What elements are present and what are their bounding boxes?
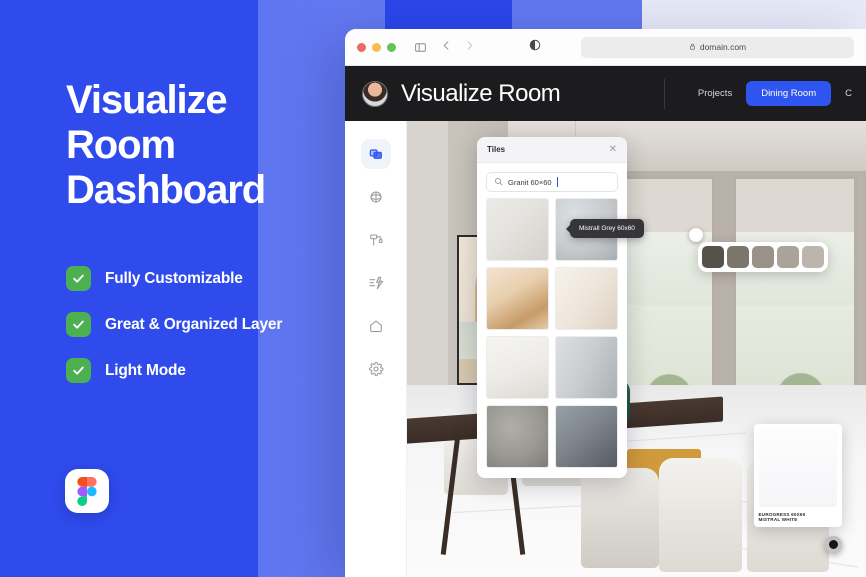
contrast-icon[interactable] xyxy=(529,38,541,56)
room-canvas[interactable]: EUROGRESS 60X60 MISTRAL WHITE Tiles ✕ Gr… xyxy=(407,121,866,577)
list-item: Great & Organized Layer xyxy=(66,312,345,337)
feature-label: Fully Customizable xyxy=(105,270,243,288)
header-nav: Projects Dining Room C xyxy=(678,81,852,106)
chevron-right-icon[interactable] xyxy=(464,38,475,56)
app-body: EUROGRESS 60X60 MISTRAL WHITE Tiles ✕ Gr… xyxy=(345,121,866,577)
nav-pill-dining-room[interactable]: Dining Room xyxy=(746,81,831,106)
left-icon-rail xyxy=(345,121,407,577)
list-item: Fully Customizable xyxy=(66,266,345,291)
feature-label: Light Mode xyxy=(105,362,186,380)
search-input-value: Granit 60×60 xyxy=(508,178,552,187)
sidebar-item-tiles[interactable] xyxy=(361,139,391,169)
nav-link-cutoff[interactable]: C xyxy=(845,88,852,99)
color-swatch[interactable] xyxy=(702,246,724,268)
close-icon[interactable]: ✕ xyxy=(609,145,617,155)
dining-chair xyxy=(659,458,742,572)
wall-color-palette[interactable] xyxy=(698,242,828,272)
search-icon xyxy=(494,173,503,191)
figma-logo-icon xyxy=(65,469,109,513)
zoom-window-button[interactable] xyxy=(387,43,396,52)
marble-tile-thumb xyxy=(759,429,837,507)
color-swatch[interactable] xyxy=(727,246,749,268)
check-icon xyxy=(66,266,91,291)
window-traffic-lights[interactable] xyxy=(357,43,396,52)
nav-link-projects[interactable]: Projects xyxy=(698,88,732,99)
feature-label: Great & Organized Layer xyxy=(105,316,282,334)
tile-swatch[interactable] xyxy=(486,405,549,468)
browser-nav[interactable] xyxy=(441,38,475,56)
chevron-left-icon[interactable] xyxy=(441,38,452,56)
tile-swatch[interactable] xyxy=(555,267,618,330)
feature-list: Fully Customizable Great & Organized Lay… xyxy=(66,266,345,383)
color-swatch[interactable] xyxy=(802,246,824,268)
search-input[interactable]: Granit 60×60 xyxy=(486,172,618,192)
sidebar-item-settings[interactable] xyxy=(361,354,391,384)
wall-left-inner xyxy=(407,121,448,422)
window-blind xyxy=(736,179,854,232)
avatar[interactable] xyxy=(362,81,388,107)
tile-swatch[interactable] xyxy=(486,267,549,330)
tiles-search-wrapper: Granit 60×60 xyxy=(477,163,627,198)
product-card[interactable]: EUROGRESS 60X60 MISTRAL WHITE xyxy=(754,424,842,527)
app-header: Visualize Room Projects Dining Room C xyxy=(345,66,866,121)
check-icon xyxy=(66,358,91,383)
tile-swatch[interactable] xyxy=(486,336,549,399)
sidebar-item-materials[interactable] xyxy=(361,182,391,212)
minimize-window-button[interactable] xyxy=(372,43,381,52)
close-window-button[interactable] xyxy=(357,43,366,52)
color-swatch[interactable] xyxy=(752,246,774,268)
app-title: Visualize Room xyxy=(401,80,560,108)
tiles-panel-title: Tiles xyxy=(487,145,505,154)
dining-chair xyxy=(581,468,659,568)
sidebar-item-effects[interactable] xyxy=(361,268,391,298)
browser-chrome: domain.com xyxy=(345,29,866,66)
sidebar-item-paint[interactable] xyxy=(361,225,391,255)
address-bar[interactable]: domain.com xyxy=(581,37,854,58)
browser-window: domain.com Visualize Room Projects Dinin… xyxy=(345,29,866,577)
sidebar-toggle-icon[interactable] xyxy=(414,41,427,54)
sidebar-item-rooms[interactable] xyxy=(361,311,391,341)
list-item: Light Mode xyxy=(66,358,345,383)
url-text: domain.com xyxy=(700,42,746,52)
color-swatch[interactable] xyxy=(777,246,799,268)
tile-swatch[interactable] xyxy=(486,198,549,261)
check-icon xyxy=(66,312,91,337)
floor-hotspot[interactable] xyxy=(825,536,842,553)
text-cursor xyxy=(557,177,558,187)
page-title: Visualize Room Dashboard xyxy=(66,78,345,212)
tile-tooltip: Mistrall Grey 60x60 xyxy=(570,219,644,238)
tile-swatch[interactable] xyxy=(555,405,618,468)
product-name: MISTRAL WHITE xyxy=(759,517,837,522)
tiles-panel-header: Tiles ✕ xyxy=(477,137,627,163)
hero-panel: Visualize Room Dashboard Fully Customiza… xyxy=(0,0,345,577)
header-divider xyxy=(664,79,665,109)
tiles-panel[interactable]: Tiles ✕ Granit 60×60 xyxy=(477,137,627,478)
tile-swatch-grid xyxy=(477,198,627,478)
lock-icon xyxy=(689,42,696,52)
tile-swatch[interactable] xyxy=(555,336,618,399)
